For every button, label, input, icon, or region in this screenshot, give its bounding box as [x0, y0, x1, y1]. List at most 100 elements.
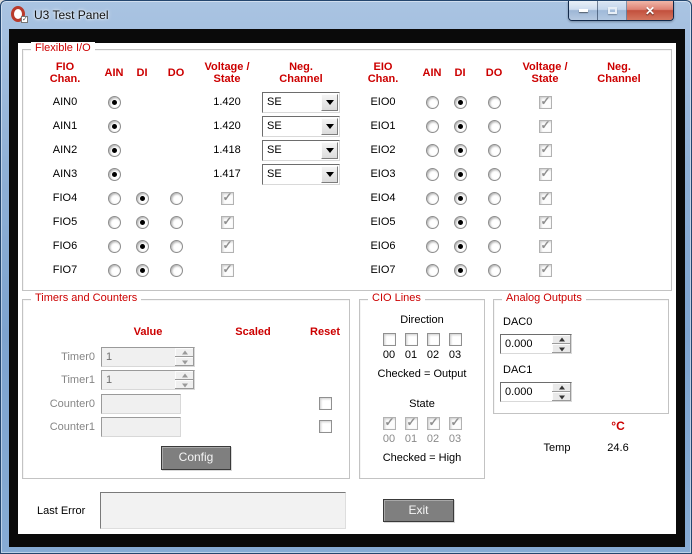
state-checkbox: [539, 192, 552, 205]
close-button[interactable]: ✕: [627, 1, 673, 20]
ain-radio[interactable]: [108, 120, 121, 133]
counter-value: [102, 418, 180, 436]
di-radio[interactable]: [136, 192, 149, 205]
spin-up-icon[interactable]: [552, 335, 571, 344]
cio-lines-caption: CIO Lines: [368, 292, 425, 304]
neg-channel-select[interactable]: SE: [262, 92, 340, 113]
neg-channel-select[interactable]: SE: [262, 164, 340, 185]
reset-column-header: Reset: [295, 326, 355, 338]
cio-direction-checkbox[interactable]: [449, 333, 462, 346]
di-radio[interactable]: [136, 264, 149, 277]
neg-channel-value: SE: [263, 168, 321, 180]
do-radio[interactable]: [170, 192, 183, 205]
ain-radio[interactable]: [426, 144, 439, 157]
do-radio[interactable]: [170, 240, 183, 253]
spin-down-icon[interactable]: [552, 392, 571, 401]
io-row-label: AIN0: [53, 96, 77, 108]
ain-radio[interactable]: [108, 168, 121, 181]
io-row-label: FIO7: [53, 264, 77, 276]
cio-direction-checkbox[interactable]: [427, 333, 440, 346]
io-row-label: EIO3: [370, 168, 395, 180]
ain-radio[interactable]: [108, 144, 121, 157]
do-radio[interactable]: [488, 240, 501, 253]
neg-channel-select[interactable]: SE: [262, 140, 340, 161]
window-title: U3 Test Panel: [34, 8, 109, 22]
ain-radio[interactable]: [426, 216, 439, 229]
timer-value-spinner: 1: [101, 370, 195, 390]
do-radio[interactable]: [488, 120, 501, 133]
do-radio[interactable]: [488, 192, 501, 205]
neg-channel-value: SE: [263, 144, 321, 156]
cio-state-note: Checked = High: [360, 452, 484, 464]
do-radio[interactable]: [170, 264, 183, 277]
ain-radio[interactable]: [108, 264, 121, 277]
timer-value-spinner: 1: [101, 347, 195, 367]
di-radio[interactable]: [136, 240, 149, 253]
di-radio[interactable]: [454, 240, 467, 253]
title-bar[interactable]: ✓ U3 Test Panel ✕: [1, 1, 691, 29]
dropdown-arrow-icon[interactable]: [321, 166, 338, 183]
temperature-unit: °C: [578, 419, 658, 433]
timer-counter-row: Timer01: [23, 347, 349, 367]
do-radio[interactable]: [488, 216, 501, 229]
ain-radio[interactable]: [426, 192, 439, 205]
do-radio[interactable]: [170, 216, 183, 229]
timer-counter-label: Counter1: [23, 421, 95, 433]
last-error-box: [100, 492, 346, 529]
voltage-value: 1.420: [213, 120, 241, 132]
ain-radio[interactable]: [426, 240, 439, 253]
timer-counter-label: Counter0: [23, 398, 95, 410]
client-area: Flexible I/O FIO Chan.AINDIDOVoltage / S…: [18, 43, 676, 534]
temperature-value: 24.6: [592, 442, 644, 454]
ain-radio[interactable]: [108, 216, 121, 229]
ain-radio[interactable]: [426, 96, 439, 109]
cio-direction-checkboxes: [360, 333, 484, 346]
config-button[interactable]: Config: [161, 446, 231, 470]
timer-counter-label: Timer1: [23, 374, 95, 386]
io-row-label: FIO5: [53, 216, 77, 228]
cio-direction-checkbox[interactable]: [383, 333, 396, 346]
cio-bit-label: 01: [405, 433, 418, 445]
di-radio[interactable]: [454, 264, 467, 277]
dropdown-arrow-icon[interactable]: [321, 142, 338, 159]
ain-radio[interactable]: [426, 120, 439, 133]
di-radio[interactable]: [454, 120, 467, 133]
do-radio[interactable]: [488, 168, 501, 181]
do-radio[interactable]: [488, 264, 501, 277]
app-window: ✓ U3 Test Panel ✕ Flexible I/O FIO Chan.…: [0, 0, 692, 554]
dac0-spinner[interactable]: 0.000: [500, 334, 572, 354]
exit-button[interactable]: Exit: [383, 499, 454, 522]
di-radio[interactable]: [454, 96, 467, 109]
ain-radio[interactable]: [426, 168, 439, 181]
dropdown-arrow-icon[interactable]: [321, 94, 338, 111]
ain-radio[interactable]: [108, 192, 121, 205]
scaled-column-header: Scaled: [215, 326, 291, 338]
ain-radio[interactable]: [108, 96, 121, 109]
state-checkbox: [539, 168, 552, 181]
neg-channel-select[interactable]: SE: [262, 116, 340, 137]
di-radio[interactable]: [454, 144, 467, 157]
io-row-label: FIO6: [53, 240, 77, 252]
ain-radio[interactable]: [108, 240, 121, 253]
state-checkbox: [221, 240, 234, 253]
state-checkbox: [539, 264, 552, 277]
spin-up-icon[interactable]: [552, 383, 571, 392]
io-column-header: DI: [455, 67, 466, 79]
minimize-button[interactable]: [569, 1, 598, 20]
spin-down-icon[interactable]: [552, 344, 571, 353]
do-radio[interactable]: [488, 96, 501, 109]
di-radio[interactable]: [454, 216, 467, 229]
cio-bit-label: 02: [427, 349, 440, 361]
io-row-label: EIO0: [370, 96, 395, 108]
eio-grid: EIO Chan.AINDIDOVoltage / StateNeg. Chan…: [347, 56, 661, 282]
io-row-label: AIN2: [53, 144, 77, 156]
cio-state-checkbox: [449, 417, 462, 430]
do-radio[interactable]: [488, 144, 501, 157]
cio-direction-checkbox[interactable]: [405, 333, 418, 346]
ain-radio[interactable]: [426, 264, 439, 277]
di-radio[interactable]: [136, 216, 149, 229]
di-radio[interactable]: [454, 192, 467, 205]
dac1-spinner[interactable]: 0.000: [500, 382, 572, 402]
dropdown-arrow-icon[interactable]: [321, 118, 338, 135]
di-radio[interactable]: [454, 168, 467, 181]
